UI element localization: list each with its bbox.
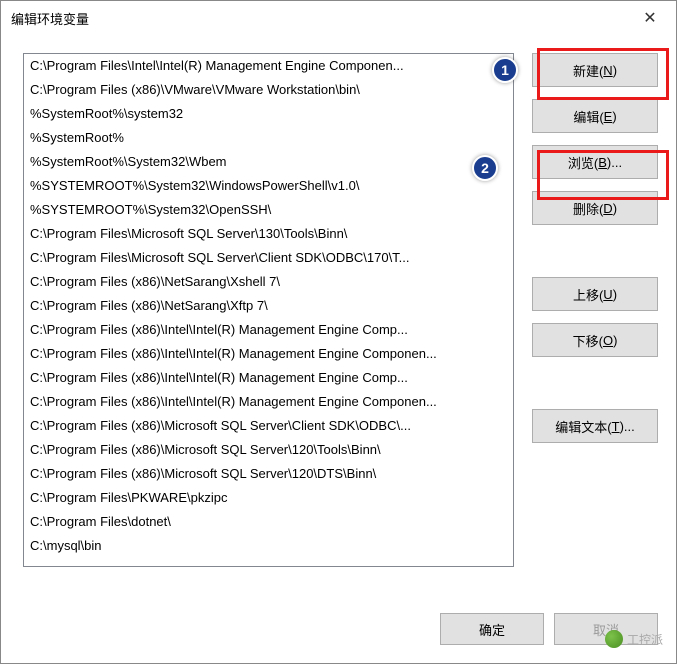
- list-item[interactable]: %SystemRoot%\system32: [24, 102, 513, 126]
- delete-button[interactable]: 删除(D): [532, 191, 658, 225]
- list-item[interactable]: C:\Program Files\Intel\Intel(R) Manageme…: [24, 54, 513, 78]
- list-item[interactable]: C:\Program Files (x86)\Intel\Intel(R) Ma…: [24, 366, 513, 390]
- list-item[interactable]: C:\mysql\bin: [24, 534, 513, 558]
- list-item[interactable]: %SystemRoot%: [24, 126, 513, 150]
- env-var-dialog: 编辑环境变量 ✕ C:\Program Files\Intel\Intel(R)…: [0, 0, 677, 664]
- list-item[interactable]: C:\Program Files (x86)\Intel\Intel(R) Ma…: [24, 318, 513, 342]
- dialog-footer: 确定 取消: [1, 613, 676, 663]
- close-icon: ✕: [643, 8, 656, 28]
- move-up-button[interactable]: 上移(U): [532, 277, 658, 311]
- list-item[interactable]: C:\Program Files (x86)\Microsoft SQL Ser…: [24, 414, 513, 438]
- titlebar: 编辑环境变量 ✕: [1, 1, 676, 35]
- list-item[interactable]: C:\Program Files\Microsoft SQL Server\13…: [24, 222, 513, 246]
- list-item[interactable]: C:\Program Files (x86)\Microsoft SQL Ser…: [24, 438, 513, 462]
- list-item[interactable]: %SystemRoot%\System32\Wbem: [24, 150, 513, 174]
- new-button[interactable]: 新建(N): [532, 53, 658, 87]
- spacer: [532, 369, 658, 397]
- list-item[interactable]: C:\Program Files (x86)\Intel\Intel(R) Ma…: [24, 342, 513, 366]
- list-item[interactable]: C:\Program Files (x86)\VMware\VMware Wor…: [24, 78, 513, 102]
- edit-button[interactable]: 编辑(E): [532, 99, 658, 133]
- close-button[interactable]: ✕: [628, 3, 672, 33]
- list-item[interactable]: C:\Program Files (x86)\Microsoft SQL Ser…: [24, 462, 513, 486]
- ok-button[interactable]: 确定: [440, 613, 544, 645]
- list-item[interactable]: %SYSTEMROOT%\System32\OpenSSH\: [24, 198, 513, 222]
- dialog-title: 编辑环境变量: [11, 9, 89, 28]
- path-listbox[interactable]: C:\Program Files\Intel\Intel(R) Manageme…: [23, 53, 514, 567]
- browse-button[interactable]: 浏览(B)...: [532, 145, 658, 179]
- list-item[interactable]: C:\Program Files\dotnet\: [24, 510, 513, 534]
- list-area: C:\Program Files\Intel\Intel(R) Manageme…: [23, 53, 514, 601]
- cancel-button[interactable]: 取消: [554, 613, 658, 645]
- list-item[interactable]: C:\Program Files (x86)\NetSarang\Xftp 7\: [24, 294, 513, 318]
- list-item[interactable]: C:\Program Files\Microsoft SQL Server\Cl…: [24, 246, 513, 270]
- list-item[interactable]: C:\Program Files (x86)\Intel\Intel(R) Ma…: [24, 390, 513, 414]
- list-item[interactable]: C:\Program Files (x86)\NetSarang\Xshell …: [24, 270, 513, 294]
- list-item[interactable]: C:\Program Files\PKWARE\pkzipc: [24, 486, 513, 510]
- button-sidebar: 新建(N) 编辑(E) 浏览(B)... 删除(D) 上移(U) 下移(O) 编…: [532, 53, 658, 601]
- edit-text-button[interactable]: 编辑文本(T)...: [532, 409, 658, 443]
- spacer: [532, 237, 658, 265]
- list-item[interactable]: %SYSTEMROOT%\System32\WindowsPowerShell\…: [24, 174, 513, 198]
- content-area: C:\Program Files\Intel\Intel(R) Manageme…: [1, 35, 676, 613]
- move-down-button[interactable]: 下移(O): [532, 323, 658, 357]
